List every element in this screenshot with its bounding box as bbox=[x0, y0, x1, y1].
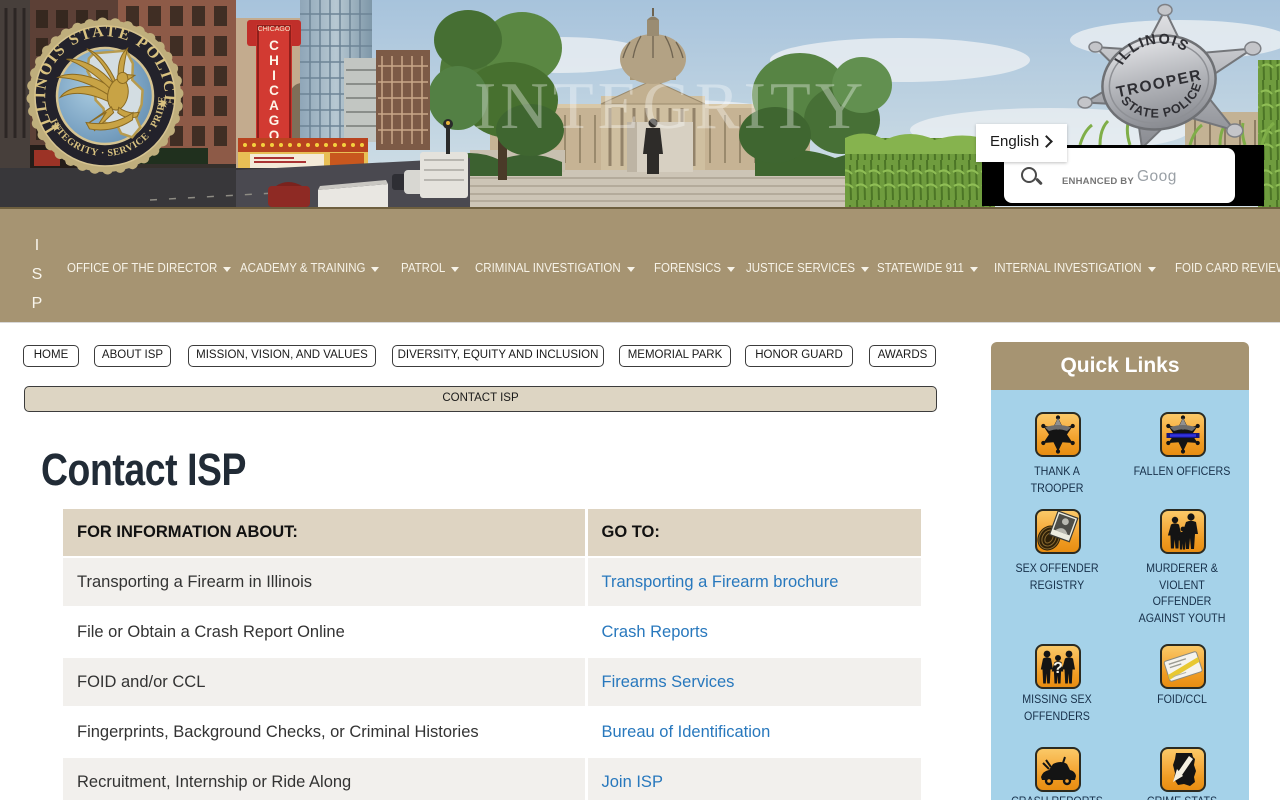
svg-text:C: C bbox=[269, 38, 279, 53]
svg-text:H: H bbox=[269, 53, 279, 68]
svg-text:?: ? bbox=[1053, 660, 1063, 677]
svg-text:I: I bbox=[272, 68, 276, 83]
svg-text:G: G bbox=[269, 113, 280, 128]
svg-text:C: C bbox=[269, 83, 279, 98]
svg-text:CHICAGO: CHICAGO bbox=[258, 26, 291, 33]
svg-text:INTEGRITY: INTEGRITY bbox=[474, 69, 867, 143]
svg-text:A: A bbox=[269, 98, 279, 113]
